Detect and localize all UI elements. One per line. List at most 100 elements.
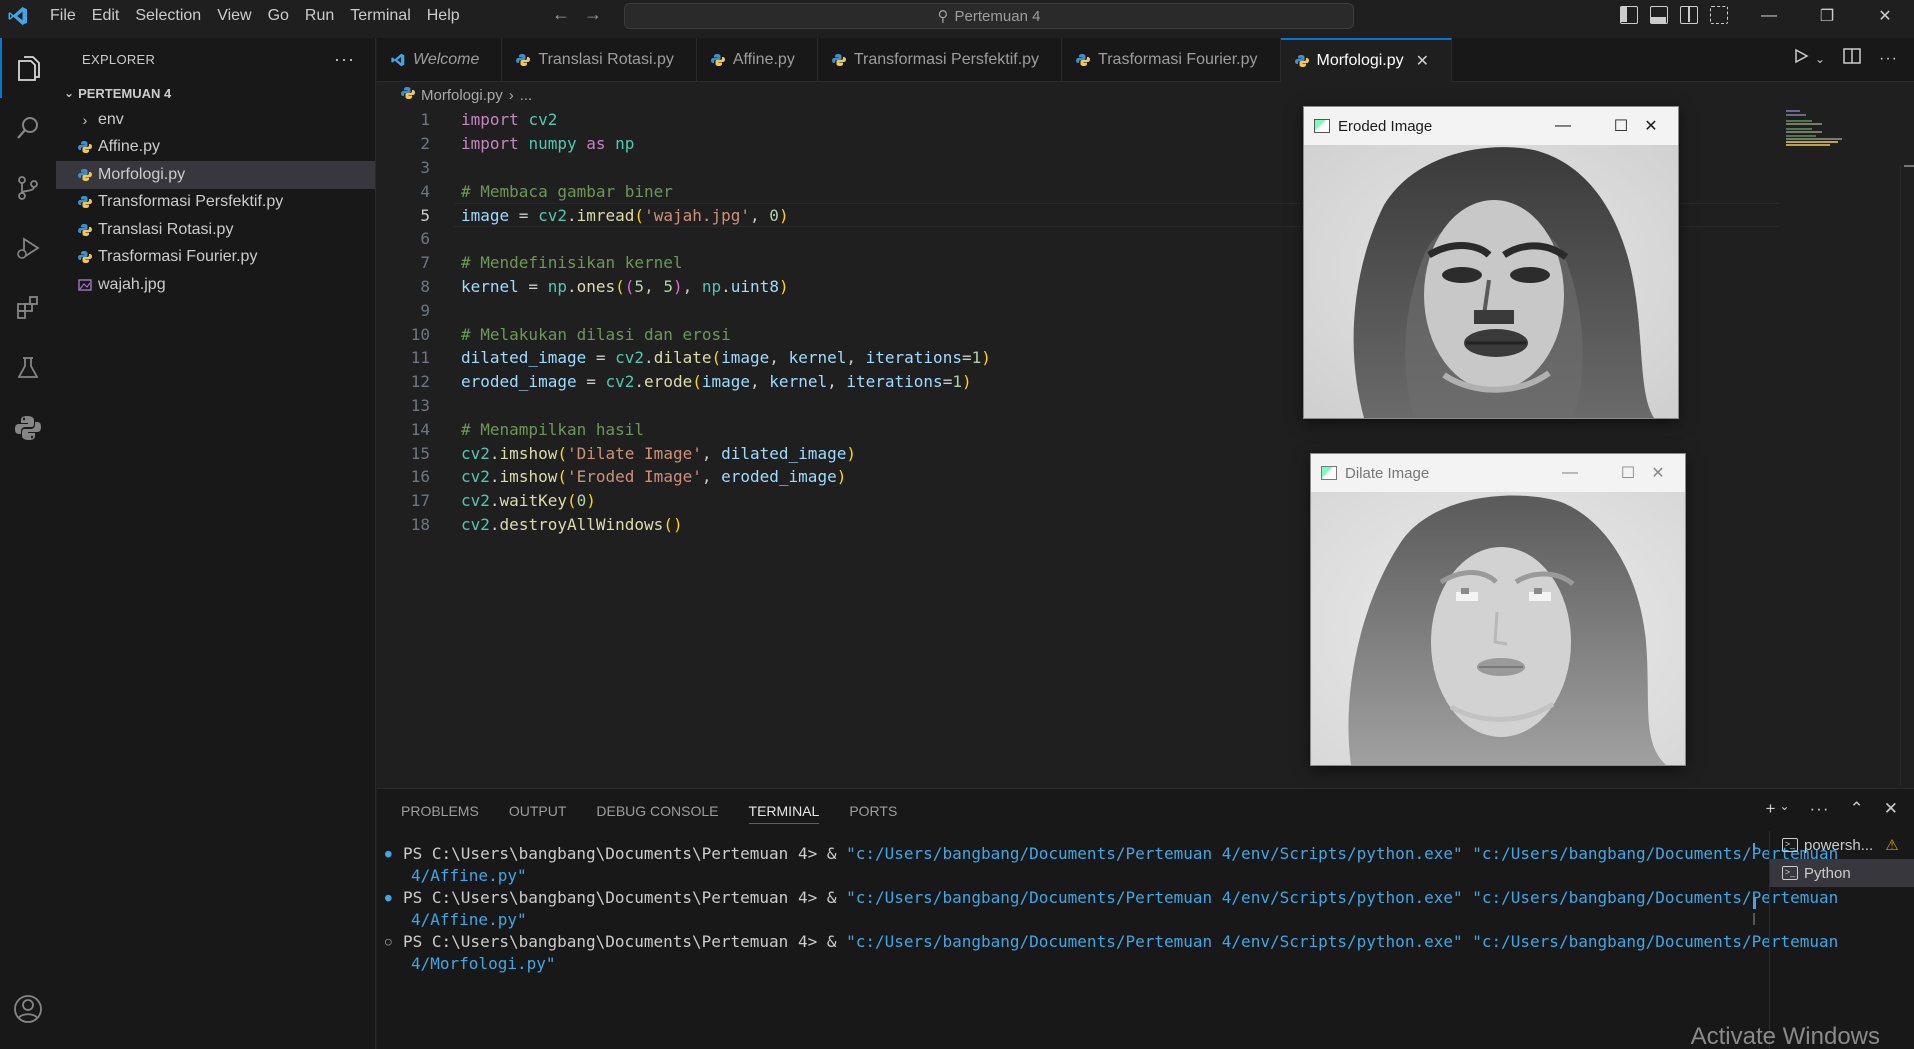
tree-item[interactable]: Morfologi.py xyxy=(56,161,375,189)
menu-selection[interactable]: Selection xyxy=(127,0,209,32)
command-status-icon[interactable]: ● xyxy=(377,843,392,865)
terminal-instance[interactable]: >_ powersh... ⚠ xyxy=(1770,831,1914,859)
vscode-icon xyxy=(391,53,405,67)
menu-terminal[interactable]: Terminal xyxy=(342,0,418,32)
terminal-line-continuation: 4/Affine.py" xyxy=(377,909,1757,931)
eroded-image-window[interactable]: Eroded Image — ☐ ✕ xyxy=(1303,106,1679,419)
terminal-line: ● PS C:\Users\bangbang\Documents\Pertemua… xyxy=(377,887,1838,909)
testing-icon[interactable] xyxy=(0,338,56,398)
command-status-icon[interactable]: ○ xyxy=(377,931,392,953)
menu-go[interactable]: Go xyxy=(260,0,297,32)
window-title-bar[interactable]: Dilate Image — ☐ ✕ xyxy=(1311,454,1685,492)
explorer-icon[interactable] xyxy=(0,38,56,98)
command-status-icon[interactable]: ● xyxy=(377,887,392,909)
terminal-instance[interactable]: >_ Python xyxy=(1770,859,1914,887)
tree-item[interactable]: Translasi Rotasi.py xyxy=(56,216,375,244)
search-icon[interactable] xyxy=(0,98,56,158)
python-icon[interactable] xyxy=(0,398,56,458)
editor-tab[interactable]: Trasformasi Fourier.py xyxy=(1062,38,1281,82)
maximize-panel-icon[interactable]: ⌃ xyxy=(1850,799,1864,819)
line-number: 5 xyxy=(420,205,430,225)
menu-help[interactable]: Help xyxy=(419,0,468,32)
line-number: 17 xyxy=(410,491,430,511)
editor-tab[interactable]: Translasi Rotasi.py xyxy=(502,38,697,82)
run-debug-icon[interactable] xyxy=(0,218,56,278)
folder-header[interactable]: ⌄ PERTEMUAN 4 xyxy=(56,80,375,106)
tab-label: Translasi Rotasi.py xyxy=(538,51,674,68)
more-actions-icon[interactable]: ··· xyxy=(334,49,355,70)
panel-tab-debug-console[interactable]: DEBUG CONSOLE xyxy=(596,803,718,819)
close-icon[interactable]: ✕ xyxy=(1622,107,1680,145)
menu-run[interactable]: Run xyxy=(297,0,342,32)
editor-tab[interactable]: Welcome xyxy=(377,38,503,82)
chevron-down-icon[interactable]: ⌄ xyxy=(1779,799,1789,819)
panel-tab-ports[interactable]: PORTS xyxy=(849,803,897,819)
chevron-down-icon[interactable]: ⌄ xyxy=(1815,52,1825,66)
tree-item[interactable]: › env xyxy=(56,106,375,134)
close-icon[interactable]: ✕ xyxy=(1856,0,1914,32)
warning-icon: ⚠ xyxy=(1885,837,1899,854)
terminal-output[interactable]: ● PS C:\Users\bangbang\Documents\Pertemua… xyxy=(377,843,1838,975)
close-icon[interactable]: ✕ xyxy=(1629,454,1687,492)
editor-scrollbar[interactable] xyxy=(1900,165,1914,785)
editor-tab[interactable]: Morfologi.py ✕ xyxy=(1280,38,1453,82)
tree-item[interactable]: Transformasi Persfektif.py xyxy=(56,189,375,217)
panel-tab-output[interactable]: OUTPUT xyxy=(509,803,567,819)
panel-tab-terminal[interactable]: TERMINAL xyxy=(748,803,820,824)
split-editor-icon[interactable] xyxy=(1843,48,1861,69)
code-text: import cv2 xyxy=(461,110,558,130)
tree-item[interactable]: wajah.jpg xyxy=(56,271,375,299)
line-number: 16 xyxy=(410,467,430,487)
close-tab-icon[interactable]: ✕ xyxy=(1416,51,1429,71)
panel-tab-problems[interactable]: PROBLEMS xyxy=(401,803,479,819)
tree-item[interactable]: Affine.py xyxy=(56,134,375,162)
code-text: cv2.destroyAllWindows() xyxy=(461,514,683,534)
source-control-icon[interactable] xyxy=(0,158,56,218)
line-number: 2 xyxy=(420,134,430,154)
toggle-secondary-sidebar-icon[interactable] xyxy=(1680,6,1698,24)
breadcrumb-symbol[interactable]: ... xyxy=(520,87,533,104)
extensions-icon[interactable] xyxy=(0,278,56,338)
new-terminal-icon[interactable]: + xyxy=(1766,799,1776,819)
code-text: eroded_image = cv2.erode(image, kernel, … xyxy=(461,372,972,392)
breadcrumb-file[interactable]: Morfologi.py xyxy=(421,87,503,104)
run-python-icon[interactable] xyxy=(1793,48,1809,69)
toggle-primary-sidebar-icon[interactable] xyxy=(1620,6,1638,24)
window-title-bar[interactable]: Eroded Image — ☐ ✕ xyxy=(1304,107,1678,145)
editor-tab[interactable]: Transformasi Persfektif.py xyxy=(818,38,1063,82)
customize-layout-icon[interactable] xyxy=(1710,6,1728,24)
activate-windows-watermark: Activate Windows xyxy=(1690,1023,1880,1049)
close-panel-icon[interactable]: ✕ xyxy=(1884,799,1898,819)
code-line[interactable]: 14 # Menampilkan hasil xyxy=(377,417,1777,441)
minimize-icon[interactable]: — xyxy=(1740,0,1798,32)
line-number: 7 xyxy=(420,253,430,273)
tree-item-label: env xyxy=(98,110,124,128)
menu-view[interactable]: View xyxy=(209,0,259,32)
forward-arrow-icon[interactable]: → xyxy=(584,4,602,25)
minimap[interactable] xyxy=(1786,108,1846,148)
tree-item-label: wajah.jpg xyxy=(98,275,166,293)
account-icon[interactable] xyxy=(0,981,56,1037)
menu-edit[interactable]: Edit xyxy=(84,0,128,32)
restore-icon[interactable]: ❐ xyxy=(1798,0,1856,32)
more-actions-icon[interactable]: ··· xyxy=(1810,799,1830,819)
tree-item[interactable]: Trasformasi Fourier.py xyxy=(56,244,375,272)
minimize-icon[interactable]: — xyxy=(1534,107,1592,145)
terminal-scrollbar[interactable] xyxy=(1751,843,1757,943)
editor-tab[interactable]: Affine.py xyxy=(697,38,818,82)
python-file-icon xyxy=(710,53,725,67)
python-file-icon xyxy=(1294,54,1309,68)
minimize-icon[interactable]: — xyxy=(1541,454,1599,492)
app-icon xyxy=(1314,119,1330,133)
code-text: # Membaca gambar biner xyxy=(461,181,673,201)
line-number: 18 xyxy=(410,514,430,534)
code-text: dilated_image = cv2.dilate(image, kernel… xyxy=(461,348,991,368)
code-text: # Melakukan dilasi dan erosi xyxy=(461,324,731,344)
code-text: image = cv2.imread('wajah.jpg', 0) xyxy=(461,205,789,225)
dilate-image-window[interactable]: Dilate Image — ☐ ✕ xyxy=(1310,453,1686,766)
back-arrow-icon[interactable]: ← xyxy=(552,4,570,25)
menu-file[interactable]: File xyxy=(42,0,84,32)
command-center-search[interactable]: ⚲ Pertemuan 4 xyxy=(624,3,1354,29)
toggle-panel-icon[interactable] xyxy=(1650,6,1668,24)
more-actions-icon[interactable]: ··· xyxy=(1879,50,1898,68)
